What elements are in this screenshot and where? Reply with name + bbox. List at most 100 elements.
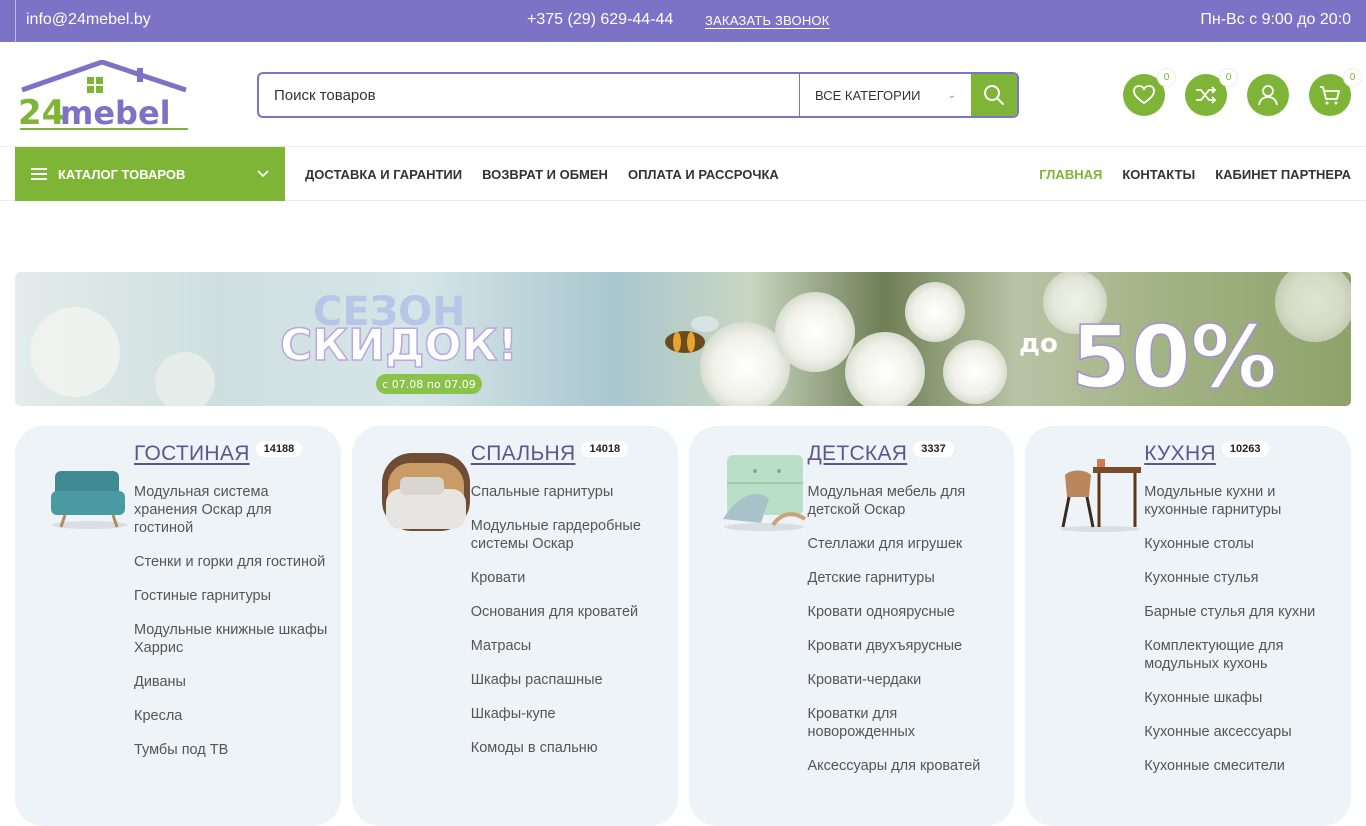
subcategory-link[interactable]: Модульные гардеробные системы Оскар xyxy=(471,517,666,553)
subcategory-link[interactable]: Шкафы-купе xyxy=(471,705,666,723)
sofa-icon xyxy=(45,453,135,533)
top-bar-divider xyxy=(15,0,16,42)
subcategory-list: Модульные кухни и кухонные гарнитуры Кух… xyxy=(1144,483,1339,791)
callback-link[interactable]: ЗАКАЗАТЬ ЗВОНОК xyxy=(705,13,830,28)
subcategory-link[interactable]: Стеллажи для игрушек xyxy=(808,535,1003,553)
banner-dates: с 07.08 по 07.09 xyxy=(382,378,475,391)
category-card-kitchen: КУХНЯ 10263 Модульные кухни и кухонные г… xyxy=(1025,426,1351,826)
compare-count: 0 xyxy=(1220,69,1237,86)
logo-icon: 24 mebel xyxy=(18,59,188,133)
cart-button[interactable]: 0 xyxy=(1309,69,1361,116)
subcategory-link[interactable]: Модульная мебель для детской Оскар xyxy=(808,483,1003,519)
subcategory-link[interactable]: Тумбы под ТВ xyxy=(134,741,329,759)
category-select-value: ВСЕ КАТЕГОРИИ xyxy=(815,87,921,103)
banner-prefix: до xyxy=(1019,329,1058,359)
subcategory-link[interactable]: Кровати xyxy=(471,569,666,587)
search-button[interactable] xyxy=(971,74,1017,116)
subcategory-link[interactable]: Кроватки для новорожденных xyxy=(808,705,1003,741)
logo-word: mebel xyxy=(60,94,171,132)
bed-icon xyxy=(381,453,472,533)
catalog-label: КАТАЛОГ ТОВАРОВ xyxy=(58,166,186,182)
subcategory-link[interactable]: Детские гарнитуры xyxy=(808,569,1003,587)
category-count: 14018 xyxy=(581,441,629,457)
subcategory-link[interactable]: Кухонные смесители xyxy=(1144,757,1339,775)
user-icon xyxy=(1258,85,1278,106)
subcategory-link[interactable]: Стенки и горки для гостиной xyxy=(134,553,329,571)
compare-button[interactable]: 0 xyxy=(1185,69,1237,116)
nav-item-payment[interactable]: ОПЛАТА И РАССРОЧКА xyxy=(628,167,779,182)
promo-banner[interactable]: СЕЗОН СКИДОК! с 07.08 по 07.09 до 50% xyxy=(15,272,1351,406)
nav-item-partner-cabinet[interactable]: КАБИНЕТ ПАРТНЕРА xyxy=(1215,167,1351,182)
category-card-bedroom: СПАЛЬНЯ 14018 Спальные гарнитуры Модульн… xyxy=(351,426,678,826)
top-bar: info@24mebel.by +375 (29) 629-44-44 ЗАКА… xyxy=(0,0,1366,42)
subcategory-link[interactable]: Барные стулья для кухни xyxy=(1144,603,1339,621)
header: 24 mebel ВСЕ КАТЕГОРИИ ⌄ 0 xyxy=(0,42,1366,147)
subcategory-link[interactable]: Основания для кроватей xyxy=(471,603,666,621)
subcategory-list: Модульная мебель для детской Оскар Стелл… xyxy=(808,483,1003,791)
nav-left: ДОСТАВКА И ГАРАНТИИ ВОЗВРАТ И ОБМЕН ОПЛА… xyxy=(305,147,779,201)
category-title[interactable]: ДЕТСКАЯ xyxy=(808,442,908,466)
subcategory-link[interactable]: Комоды в спальню xyxy=(471,739,666,757)
heart-icon xyxy=(1133,85,1155,105)
search-bar: ВСЕ КАТЕГОРИИ ⌄ xyxy=(257,72,1019,118)
category-title[interactable]: СПАЛЬНЯ xyxy=(471,442,576,466)
dining-set-icon xyxy=(1055,453,1145,533)
chevron-down-icon xyxy=(257,170,269,178)
cart-icon xyxy=(1320,86,1340,105)
category-count: 10263 xyxy=(1221,441,1269,457)
account-button[interactable] xyxy=(1247,74,1289,116)
working-hours: Пн-Вс с 9:00 до 20:0 xyxy=(1200,11,1351,28)
subcategory-link[interactable]: Кухонные столы xyxy=(1144,535,1339,553)
nav-right: ГЛАВНАЯ КОНТАКТЫ КАБИНЕТ ПАРТНЕРА xyxy=(1039,147,1351,201)
subcategory-link[interactable]: Модульная система хранения Оскар для гос… xyxy=(134,483,329,537)
subcategory-link[interactable]: Комплектующие для модульных кухонь xyxy=(1144,637,1339,673)
subcategory-link[interactable]: Кухонные аксессуары xyxy=(1144,723,1339,741)
subcategory-link[interactable]: Модульные книжные шкафы Харрис xyxy=(134,621,329,657)
subcategory-link[interactable]: Кровати-чердаки xyxy=(808,671,1003,689)
nav-item-returns[interactable]: ВОЗВРАТ И ОБМЕН xyxy=(482,167,608,182)
subcategory-link[interactable]: Кухонные стулья xyxy=(1144,569,1339,587)
category-cards: ГОСТИНАЯ 14188 Модульная система хранени… xyxy=(15,426,1351,826)
subcategory-link[interactable]: Кухонные шкафы xyxy=(1144,689,1339,707)
main-nav: КАТАЛОГ ТОВАРОВ ДОСТАВКА И ГАРАНТИИ ВОЗВ… xyxy=(0,147,1366,201)
search-input[interactable] xyxy=(259,74,799,116)
nav-item-contacts[interactable]: КОНТАКТЫ xyxy=(1122,167,1195,182)
chevron-down-icon: ⌄ xyxy=(947,89,956,101)
category-card-living-room: ГОСТИНАЯ 14188 Модульная система хранени… xyxy=(15,426,341,826)
category-title[interactable]: ГОСТИНАЯ xyxy=(134,442,250,466)
category-count: 3337 xyxy=(913,441,954,457)
subcategory-link[interactable]: Кровати двухъярусные xyxy=(808,637,1003,655)
banner-artwork: СЕЗОН СКИДОК! с 07.08 по 07.09 до 50% xyxy=(30,272,1351,406)
category-card-kids-room: ДЕТСКАЯ 3337 Модульная мебель для детско… xyxy=(688,426,1015,826)
subcategory-link[interactable]: Шкафы распашные xyxy=(471,671,666,689)
cart-count: 0 xyxy=(1344,69,1361,86)
subcategory-link[interactable]: Аксессуары для кроватей xyxy=(808,757,1003,775)
category-title[interactable]: КУХНЯ xyxy=(1144,442,1216,466)
wishlist-button[interactable]: 0 xyxy=(1123,69,1175,116)
nav-item-delivery[interactable]: ДОСТАВКА И ГАРАНТИИ xyxy=(305,167,462,182)
subcategory-link[interactable]: Модульные кухни и кухонные гарнитуры xyxy=(1144,483,1339,519)
phone-link[interactable]: +375 (29) 629-44-44 xyxy=(527,11,673,29)
category-count: 14188 xyxy=(255,441,303,457)
menu-icon xyxy=(31,165,47,183)
subcategory-list: Спальные гарнитуры Модульные гардеробные… xyxy=(471,483,666,773)
category-select[interactable]: ВСЕ КАТЕГОРИИ ⌄ xyxy=(799,74,971,116)
nav-item-home[interactable]: ГЛАВНАЯ xyxy=(1039,167,1102,182)
banner-line2: СКИДОК! xyxy=(280,320,518,371)
search-icon xyxy=(984,85,1004,105)
logo-digits: 24 xyxy=(18,93,65,133)
subcategory-link[interactable]: Кресла xyxy=(134,707,329,725)
subcategory-link[interactable]: Диваны xyxy=(134,673,329,691)
subcategory-link[interactable]: Спальные гарнитуры xyxy=(471,483,666,501)
subcategory-list: Модульная система хранения Оскар для гос… xyxy=(134,483,329,775)
shuffle-icon xyxy=(1196,86,1217,104)
banner-discount: 50% xyxy=(1071,308,1277,406)
email-link[interactable]: info@24mebel.by xyxy=(26,11,151,29)
subcategory-link[interactable]: Гостиные гарнитуры xyxy=(134,587,329,605)
catalog-button[interactable]: КАТАЛОГ ТОВАРОВ xyxy=(15,147,285,201)
subcategory-link[interactable]: Матрасы xyxy=(471,637,666,655)
header-icons: 0 0 0 xyxy=(1123,69,1361,116)
wishlist-count: 0 xyxy=(1158,69,1175,86)
kids-furniture-icon xyxy=(719,453,809,533)
subcategory-link[interactable]: Кровати одноярусные xyxy=(808,603,1003,621)
